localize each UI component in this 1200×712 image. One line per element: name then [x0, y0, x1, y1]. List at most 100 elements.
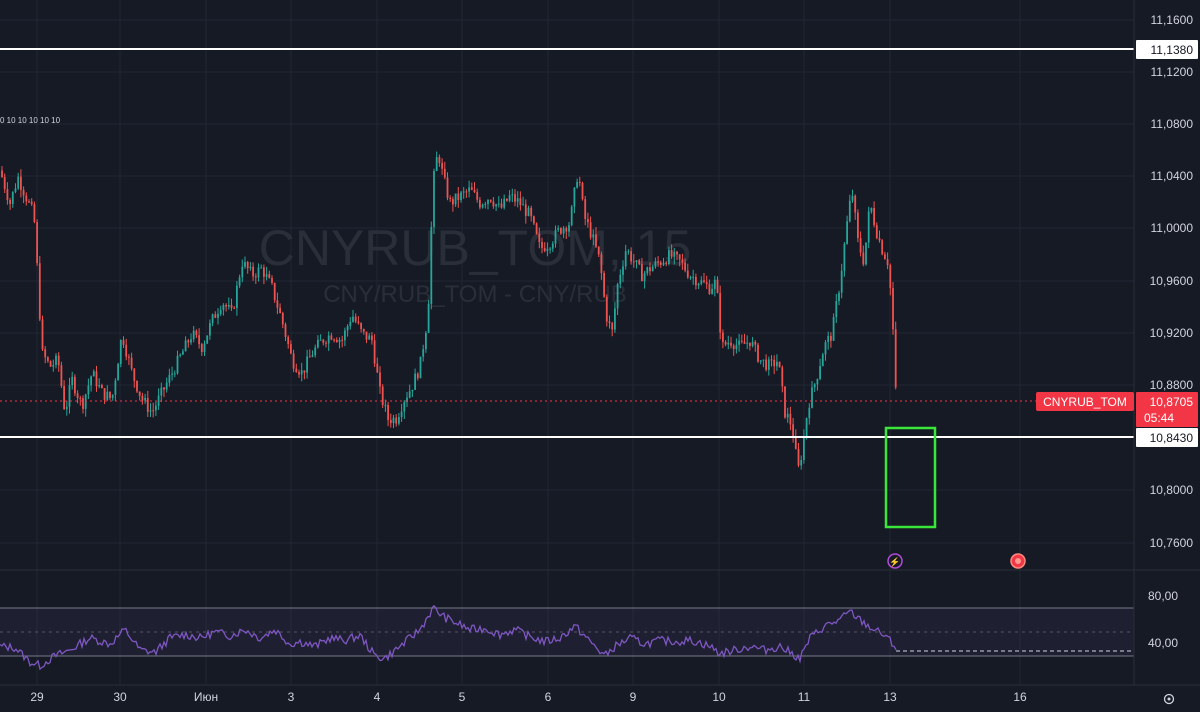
- candle-body: [659, 262, 662, 265]
- time-tick-label: 16: [1013, 690, 1027, 704]
- candle-body: [333, 339, 335, 341]
- candle-body: [71, 376, 74, 386]
- candle-body: [632, 261, 635, 263]
- candle-body: [894, 329, 897, 388]
- candle-body: [570, 206, 573, 226]
- candle-body: [487, 199, 489, 204]
- candle-body: [603, 273, 605, 297]
- candle-body: [144, 397, 146, 401]
- candle-body: [535, 223, 538, 234]
- candle-body: [87, 385, 90, 395]
- candle-body: [322, 339, 325, 343]
- price-chart[interactable]: CNYRUB_TOM, 15 CNY/RUB_TOM - CNY/RUB 0 1…: [0, 0, 1200, 712]
- candle-body: [743, 341, 746, 344]
- candle-body: [873, 207, 875, 226]
- candle-body: [630, 251, 632, 262]
- candle-body: [600, 254, 603, 274]
- candle-body: [846, 221, 848, 244]
- symbol-price-badge[interactable]: CNYRUB_TOM: [1036, 392, 1134, 411]
- candle-body: [14, 188, 17, 192]
- watermark-symbol: CNYRUB_TOM, 15: [259, 220, 692, 276]
- svg-text:05:44: 05:44: [1144, 411, 1174, 425]
- candle-body: [200, 344, 203, 353]
- candle-body: [182, 351, 184, 355]
- candle-body: [284, 324, 287, 337]
- candle-body: [308, 356, 311, 358]
- candle-body: [770, 359, 773, 361]
- candle-body: [268, 274, 271, 278]
- candle-body: [246, 262, 249, 269]
- candle-body: [865, 242, 867, 265]
- candle-body: [325, 342, 327, 344]
- candle-body: [541, 242, 543, 248]
- candle-body: [832, 317, 835, 341]
- candle-body: [581, 183, 584, 200]
- candle-body: [522, 204, 524, 206]
- lightning-event-icon[interactable]: ⚡: [887, 553, 903, 569]
- candle-body: [55, 355, 57, 365]
- candle-body: [484, 203, 487, 205]
- candle-body: [519, 198, 522, 205]
- candle-body: [65, 406, 68, 409]
- candle-body: [335, 339, 338, 343]
- candle-body: [138, 391, 141, 396]
- candle-body: [492, 201, 495, 207]
- candle-body: [830, 335, 832, 341]
- candle-body: [17, 176, 20, 189]
- candle-body: [616, 284, 619, 309]
- price-tick-label: 11,0800: [1151, 117, 1194, 131]
- candle-body: [460, 192, 462, 201]
- candle-body: [384, 404, 387, 406]
- candle-body: [662, 262, 665, 265]
- candle-body: [52, 364, 55, 367]
- candle-body: [786, 413, 789, 418]
- candle-body: [371, 335, 373, 341]
- candle-body: [330, 335, 333, 340]
- candle-body: [317, 339, 319, 348]
- candle-body: [11, 191, 14, 204]
- candle-body: [373, 340, 376, 364]
- candle-body: [133, 368, 136, 381]
- candle-body: [681, 259, 684, 263]
- time-tick-label: Июн: [194, 690, 218, 704]
- candle-body: [152, 410, 155, 412]
- candle-body: [465, 191, 468, 193]
- candle-body: [608, 321, 611, 323]
- candle-body: [49, 361, 52, 367]
- candle-body: [595, 234, 597, 247]
- candle-body: [889, 265, 892, 289]
- candle-body: [527, 207, 530, 216]
- candle-body: [757, 344, 759, 362]
- candle-body: [25, 195, 28, 202]
- candle-body: [179, 354, 182, 356]
- candle-body: [171, 373, 173, 375]
- resistance-level-label[interactable]: 11,1380: [1136, 40, 1198, 59]
- candle-body: [349, 321, 352, 327]
- price-tick-label: 10,8000: [1150, 483, 1194, 497]
- candle-body: [357, 321, 360, 324]
- svg-text:10,8705: 10,8705: [1150, 395, 1194, 409]
- candle-body: [654, 261, 657, 267]
- current-price-label[interactable]: 10,8705 05:44: [1136, 392, 1198, 427]
- rsi-tick-label: 80,00: [1148, 589, 1178, 603]
- candle-body: [114, 380, 117, 395]
- economic-event-icon[interactable]: [1010, 553, 1026, 569]
- candle-body: [506, 198, 508, 201]
- candle-body: [651, 266, 654, 272]
- candle-body: [30, 201, 33, 205]
- time-tick-label: 13: [883, 690, 897, 704]
- candle-body: [319, 339, 322, 341]
- candle-body: [789, 413, 792, 425]
- candle-body: [279, 307, 281, 314]
- candle-body: [713, 279, 716, 289]
- candle-body: [854, 195, 857, 213]
- candle-body: [678, 254, 681, 260]
- candle-body: [238, 277, 241, 286]
- candle-body: [684, 262, 686, 271]
- candle-body: [695, 276, 697, 286]
- support-level-label[interactable]: 10,8430: [1136, 428, 1198, 447]
- candle-body: [79, 397, 82, 399]
- candle-body: [230, 304, 233, 308]
- candle-body: [589, 222, 592, 238]
- candle-body: [225, 304, 227, 307]
